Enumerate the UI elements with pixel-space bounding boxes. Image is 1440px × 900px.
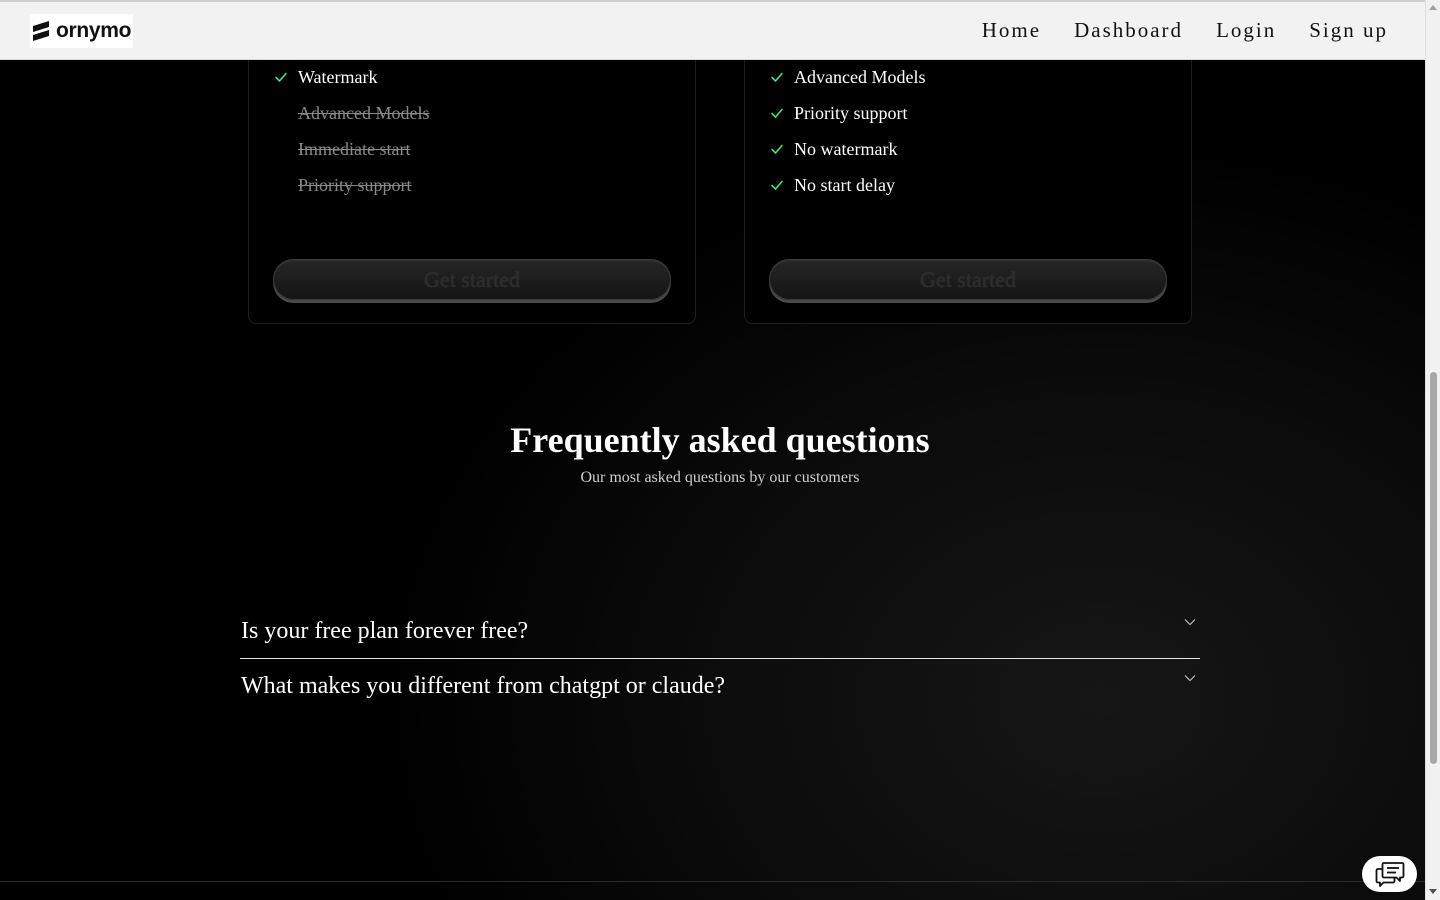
chat-widget-button[interactable] <box>1362 856 1417 892</box>
check-icon <box>275 72 287 82</box>
feature-label: Advanced Models <box>794 66 926 87</box>
faq-title: Frequently asked questions <box>510 420 930 460</box>
chevron-down-icon[interactable] <box>1184 618 1196 626</box>
page-viewport: ornymo Home Dashboard Login Sign up Wate… <box>0 0 1425 900</box>
feature-item: Priority support <box>273 167 429 203</box>
feature-label: Immediate start <box>298 138 411 159</box>
logo-text: ornymo <box>56 18 132 42</box>
get-started-button[interactable]: Get started <box>769 259 1167 300</box>
faq-question: Is your free plan forever free? <box>241 617 529 644</box>
feature-label: No start delay <box>794 174 895 195</box>
scroll-up-arrow-icon[interactable] <box>1429 5 1437 10</box>
scrollbar-thumb[interactable] <box>1430 372 1437 764</box>
nav-dashboard-link[interactable]: Dashboard <box>1074 18 1183 43</box>
chevron-down-icon[interactable] <box>1184 674 1196 682</box>
feature-item: Watermark <box>273 59 429 95</box>
page-scrollbar[interactable] <box>1425 0 1440 900</box>
check-icon <box>771 180 783 190</box>
chat-bubbles-icon <box>1375 862 1404 887</box>
brand-logo[interactable]: ornymo <box>30 13 134 48</box>
feature-list: Advanced Models Priority support No wate… <box>769 59 925 203</box>
nav-login-link[interactable]: Login <box>1216 18 1276 43</box>
feature-item: Advanced Models <box>769 59 925 95</box>
feature-list: Watermark Advanced Models Immediate star… <box>273 59 429 203</box>
feature-label: Watermark <box>298 66 378 87</box>
faq-question: What makes you different from chatgpt or… <box>241 673 726 699</box>
feature-item: No watermark <box>769 131 925 167</box>
feature-label: Priority support <box>794 102 908 123</box>
logo-mark-icon <box>33 20 49 41</box>
feature-label: Priority support <box>298 174 412 195</box>
faq-subtitle: Our most asked questions by our customer… <box>580 469 860 486</box>
check-icon <box>771 144 783 154</box>
top-navbar: ornymo Home Dashboard Login Sign up <box>0 0 1425 60</box>
footer-divider <box>0 881 1425 882</box>
feature-item: Priority support <box>769 95 925 131</box>
check-icon <box>771 72 783 82</box>
feature-item: Immediate start <box>273 131 429 167</box>
get-started-button[interactable]: Get started <box>273 259 671 300</box>
nav-home-link[interactable]: Home <box>982 18 1041 43</box>
feature-item: Advanced Models <box>273 95 429 131</box>
scroll-down-arrow-icon[interactable] <box>1429 889 1437 894</box>
check-icon <box>771 108 783 118</box>
nav-signup-link[interactable]: Sign up <box>1309 18 1388 43</box>
feature-label: Advanced Models <box>298 102 430 123</box>
nav-links: Home Dashboard Login Sign up <box>982 18 1388 43</box>
feature-item: No start delay <box>769 167 925 203</box>
faq-item[interactable]: What makes you different from chatgpt or… <box>240 659 1200 714</box>
faq-item[interactable]: Is your free plan forever free? <box>240 604 1200 659</box>
feature-label: No watermark <box>794 138 898 159</box>
